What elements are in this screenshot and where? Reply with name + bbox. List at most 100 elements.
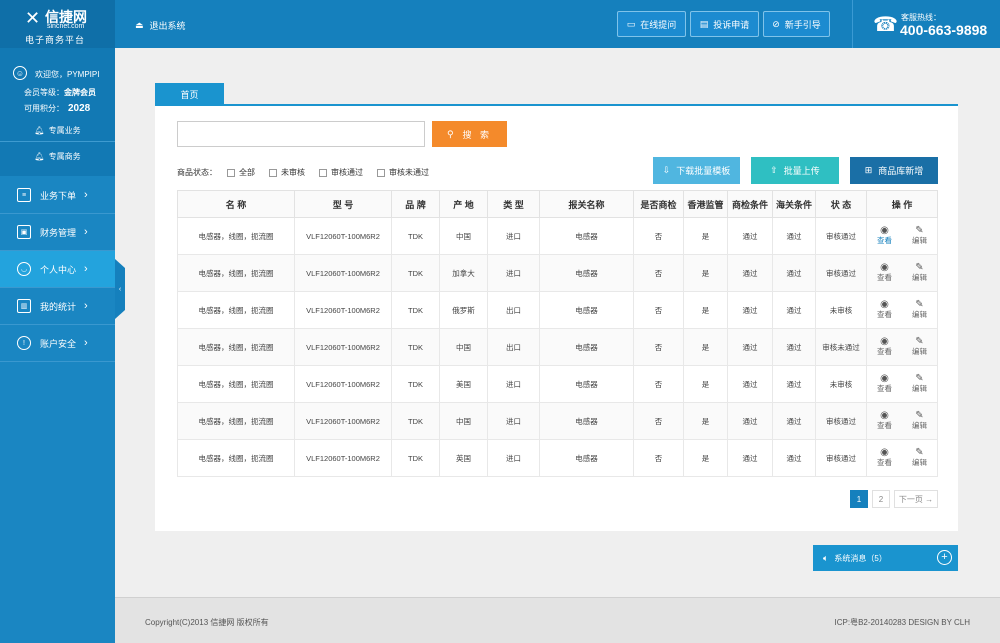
member-level: 会员等级：金牌会员 bbox=[24, 87, 96, 98]
exclusive-business-link[interactable]: 🔔︎ 专属业务 bbox=[0, 120, 115, 142]
sidebar-item-finance[interactable]: ▣ 财务管理 › bbox=[0, 214, 115, 251]
sidebar: ☺ 欢迎您，PYMPIPI 会员等级：金牌会员 可用积分： 2028 🔔︎ 专属业… bbox=[0, 48, 115, 643]
filter-approved-checkbox[interactable]: 审核通过 bbox=[319, 167, 363, 178]
hotline-number: 400-663-9898 bbox=[900, 22, 988, 38]
row-actions: ◉ 查看 ✎ 编辑 bbox=[867, 411, 937, 431]
cell-model: VLF12060T-100M6R2 bbox=[294, 402, 392, 440]
footer: Copyright(C)2013 信捷网 版权所有 ICP:粤B2-201402… bbox=[115, 597, 1000, 643]
view-button[interactable]: ◉ 查看 bbox=[877, 337, 892, 357]
hotline: ☎ 客服热线： 400-663-9898 bbox=[852, 0, 1000, 48]
edit-button[interactable]: ✎ 编辑 bbox=[912, 448, 927, 468]
page-2-button[interactable]: 2 bbox=[872, 490, 890, 508]
sidebar-collapse-handle[interactable]: ‹ bbox=[115, 259, 125, 319]
row-actions: ◉ 查看 ✎ 编辑 bbox=[867, 300, 937, 320]
col-status: 状 态 bbox=[815, 190, 867, 218]
table-row: 电感器，线圈，扼流圈 VLF12060T-100M6R2 TDK 中国 进口 电感器否是通… bbox=[177, 217, 938, 255]
exclusive-commerce-link[interactable]: 🔔︎ 专属商务 bbox=[0, 145, 115, 167]
add-product-button[interactable]: ⊞ 商品库新增 bbox=[850, 157, 938, 184]
view-label: 查看 bbox=[877, 421, 892, 430]
cell-hk-supervision: 是 bbox=[683, 328, 728, 366]
cell-customs-name: 电感器 bbox=[539, 217, 634, 255]
edit-button[interactable]: ✎ 编辑 bbox=[912, 226, 927, 246]
cell-hk-supervision: 是 bbox=[683, 254, 728, 292]
view-button[interactable]: ◉ 查看 bbox=[877, 448, 892, 468]
filter-unreviewed-checkbox[interactable]: 未审核 bbox=[269, 167, 305, 178]
batch-upload-button[interactable]: ⇧ 批量上传 bbox=[751, 157, 839, 184]
edit-button[interactable]: ✎ 编辑 bbox=[912, 263, 927, 283]
view-button[interactable]: ◉ 查看 bbox=[877, 300, 892, 320]
edit-label: 编辑 bbox=[912, 458, 927, 467]
sidebar-item-label: 个人中心 bbox=[40, 264, 77, 275]
tab-home[interactable]: 首页 bbox=[155, 83, 224, 106]
page-1-button[interactable]: 1 bbox=[850, 490, 868, 508]
view-label: 查看 bbox=[877, 310, 892, 319]
filter-rejected-checkbox[interactable]: 审核未通过 bbox=[377, 167, 429, 178]
cell-hk-supervision: 是 bbox=[683, 365, 728, 403]
logo-tagline: 电子商务平台 bbox=[25, 35, 86, 45]
points-label: 可用积分： bbox=[24, 104, 64, 113]
cell-name: 电感器，线圈，扼流圈 bbox=[177, 402, 295, 440]
cell-status: 审核未通过 bbox=[815, 328, 867, 366]
view-button[interactable]: ◉ 查看 bbox=[877, 263, 892, 283]
edit-icon: ✎ bbox=[915, 447, 924, 458]
view-button[interactable]: ◉ 查看 bbox=[877, 411, 892, 431]
beginner-guide-button[interactable]: ⊘ 新手引导 bbox=[763, 11, 830, 37]
chevron-right-icon: › bbox=[84, 337, 88, 349]
cell-inspection: 否 bbox=[633, 402, 684, 440]
online-question-button[interactable]: ▭ 在线提问 bbox=[617, 11, 686, 37]
sidebar-item-personal-center[interactable]: ◡ 个人中心 › bbox=[0, 251, 115, 288]
col-inspection-cond: 商检条件 bbox=[727, 190, 773, 218]
no-entry-icon: ⊘ bbox=[772, 18, 780, 29]
logout-button[interactable]: ⏏ 退出系统 bbox=[135, 19, 186, 32]
view-button[interactable]: ◉ 查看 bbox=[877, 374, 892, 394]
cell-brand: TDK bbox=[391, 402, 440, 440]
filter-all-checkbox[interactable]: 全部 bbox=[227, 167, 255, 178]
add-product-label: 商品库新增 bbox=[878, 166, 924, 176]
copyright: Copyright(C)2013 信捷网 版权所有 bbox=[145, 618, 269, 627]
cell-hk-supervision: 是 bbox=[683, 291, 728, 329]
cell-origin: 加拿大 bbox=[439, 254, 488, 292]
cell-type: 进口 bbox=[487, 365, 540, 403]
cell-inspection: 否 bbox=[633, 365, 684, 403]
cell-name: 电感器，线圈，扼流圈 bbox=[177, 254, 295, 292]
plus-circle-icon[interactable]: + bbox=[937, 550, 952, 565]
cell-status: 审核通过 bbox=[815, 439, 867, 477]
filter-label: 审核未通过 bbox=[389, 168, 429, 177]
system-message-bar[interactable]: 🔈︎ 系统消息（5） + bbox=[813, 545, 958, 571]
search-input[interactable] bbox=[177, 121, 425, 147]
edit-button[interactable]: ✎ 编辑 bbox=[912, 411, 927, 431]
exit-icon: ⏏ bbox=[135, 20, 144, 30]
search-button[interactable]: ⚲ 搜 索 bbox=[432, 121, 507, 147]
edit-label: 编辑 bbox=[912, 310, 927, 319]
view-label: 查看 bbox=[877, 236, 892, 245]
edit-button[interactable]: ✎ 编辑 bbox=[912, 337, 927, 357]
next-page-button[interactable]: 下一页 → bbox=[894, 490, 938, 508]
batch-upload-label: 批量上传 bbox=[783, 166, 820, 176]
sidebar-item-orders[interactable]: ≡ 业务下单 › bbox=[0, 177, 115, 214]
complaint-button[interactable]: ▤ 投诉申请 bbox=[690, 11, 759, 37]
cell-type: 进口 bbox=[487, 217, 540, 255]
logo-domain: sincnet.com bbox=[47, 23, 85, 30]
cell-customs-name: 电感器 bbox=[539, 402, 634, 440]
sidebar-item-security[interactable]: ! 账户安全 › bbox=[0, 325, 115, 362]
cell-customs-cond: 通过 bbox=[772, 291, 816, 329]
cell-model: VLF12060T-100M6R2 bbox=[294, 365, 392, 403]
edit-button[interactable]: ✎ 编辑 bbox=[912, 300, 927, 320]
logo[interactable]: ✕ 信捷网 sincnet.com 电子商务平台 bbox=[0, 0, 115, 48]
search-icon: ⚲ bbox=[446, 128, 457, 139]
chevron-right-icon: › bbox=[84, 300, 88, 312]
edit-button[interactable]: ✎ 编辑 bbox=[912, 374, 927, 394]
download-template-button[interactable]: ⇩ 下载批量模板 bbox=[653, 157, 740, 184]
avatar-icon: ☺ bbox=[13, 66, 27, 80]
filter-label: 审核通过 bbox=[331, 168, 363, 177]
upload-icon: ⇧ bbox=[770, 165, 778, 175]
checkbox-icon bbox=[319, 168, 327, 177]
row-actions: ◉ 查看 ✎ 编辑 bbox=[867, 337, 937, 357]
view-button[interactable]: ◉ 查看 bbox=[877, 226, 892, 246]
table-row: 电感器，线圈，扼流圈 VLF12060T-100M6R2 TDK 中国 进口 电感器否是通… bbox=[177, 402, 938, 440]
eye-icon: ◉ bbox=[880, 225, 889, 236]
chat-icon: ▭ bbox=[626, 18, 636, 29]
view-label: 查看 bbox=[877, 273, 892, 282]
sidebar-item-statistics[interactable]: ▥ 我的统计 › bbox=[0, 288, 115, 325]
cell-name: 电感器，线圈，扼流圈 bbox=[177, 217, 295, 255]
